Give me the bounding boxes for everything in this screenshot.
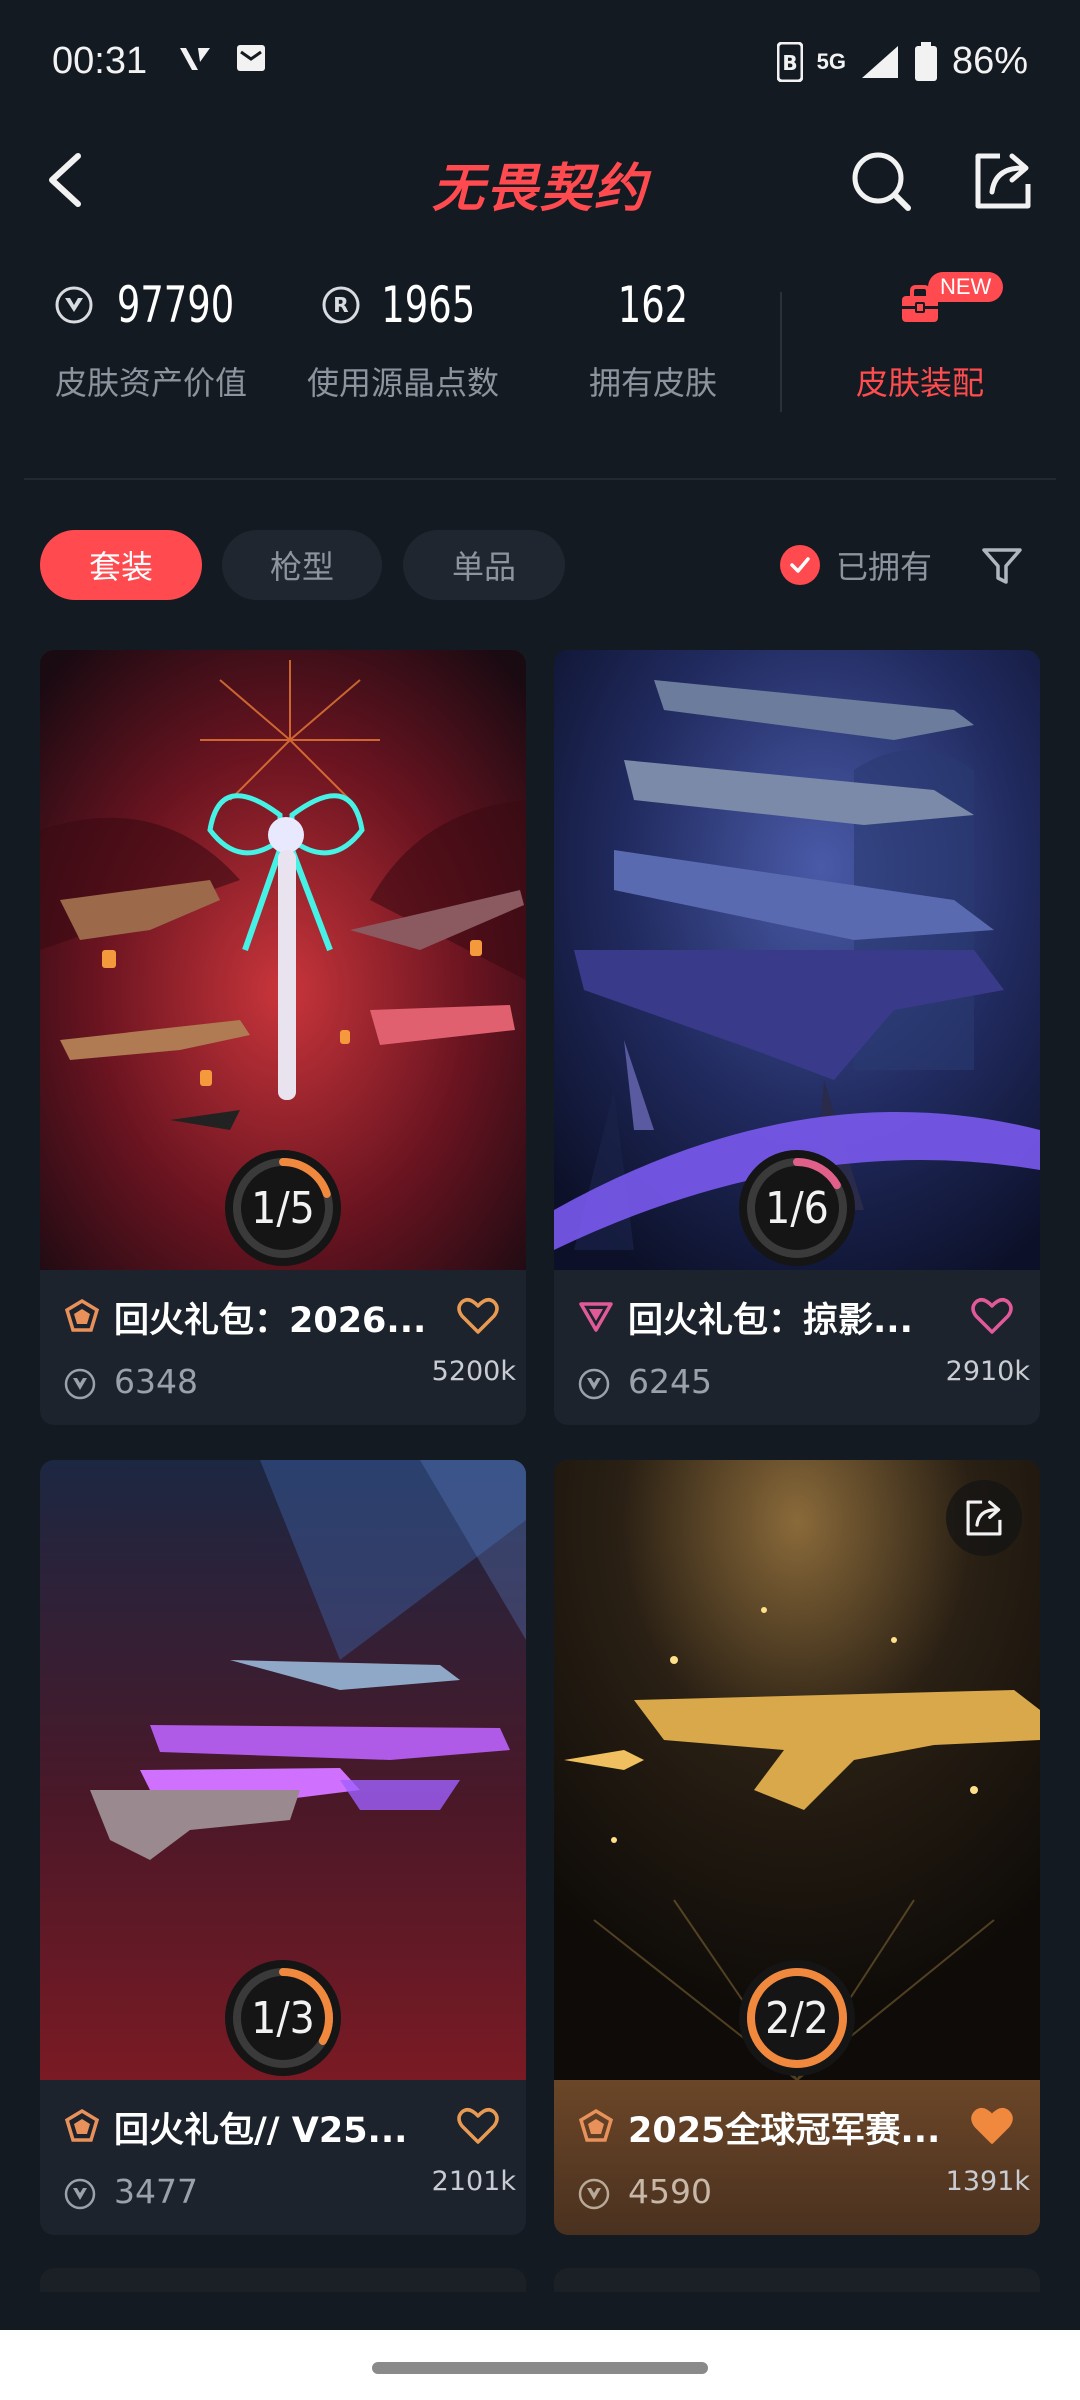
filter-icon[interactable] — [980, 544, 1024, 588]
share-icon — [966, 1500, 1002, 1536]
status-time: 00:31 — [52, 40, 148, 82]
vp-icon — [55, 286, 93, 324]
progress-count-wrap: 1/3 — [223, 1958, 343, 2078]
owned-checkbox[interactable] — [780, 545, 820, 585]
vp-icon — [64, 2178, 96, 2210]
battery-icon — [914, 41, 937, 81]
exclusive-rarity-icon — [579, 1302, 613, 1332]
share-icon[interactable] — [970, 148, 1036, 214]
new-badge: NEW — [928, 272, 1004, 302]
asset-value: 97790 — [117, 276, 235, 334]
bundle-title: 回火礼包：掠影... — [628, 1301, 913, 1341]
bundle-price: 4590 — [628, 2172, 712, 2211]
bundle-price: 6245 — [628, 1362, 712, 1401]
svg-text:R: R — [333, 293, 348, 317]
hd-icon: B — [776, 41, 803, 82]
like-count: 5200k — [431, 1356, 516, 1387]
progress-count-wrap: 2/2 — [737, 1958, 857, 2078]
radianite-icon: R — [322, 286, 360, 324]
bundle-title: 2025全球冠军赛... — [628, 2111, 941, 2151]
vp-icon — [578, 2178, 610, 2210]
radianite-value: 1965 — [381, 276, 475, 334]
owned-toggle[interactable]: 已拥有 — [780, 530, 932, 600]
tab-single-item[interactable]: 单品 — [403, 530, 565, 600]
vp-icon — [578, 1368, 610, 1400]
skin-outfit-label: 皮肤装配 — [855, 364, 984, 402]
asset-value-label: 皮肤资产价值 — [54, 364, 247, 402]
card-info: 回火礼包// V25... 3477 2101k — [40, 2080, 526, 2235]
tab-bundle[interactable]: 套装 — [40, 530, 202, 600]
favorite-icon[interactable] — [456, 1296, 500, 1336]
stat-asset-value[interactable]: 97790 皮肤资产价值 — [26, 270, 276, 404]
progress-count: 1/3 — [251, 1992, 315, 2044]
premium-rarity-icon — [64, 1298, 100, 1332]
favorite-icon[interactable] — [970, 1296, 1014, 1336]
bundle-price: 6348 — [114, 1362, 198, 1401]
premium-rarity-icon — [64, 2108, 100, 2142]
premium-rarity-icon — [578, 2108, 614, 2142]
radianite-label: 使用源晶点数 — [306, 364, 499, 402]
home-indicator[interactable] — [372, 2362, 708, 2374]
bundle-title: 回火礼包：2026... — [114, 1301, 427, 1341]
favorite-icon[interactable] — [456, 2106, 500, 2146]
check-icon — [790, 557, 810, 573]
system-nav-bar — [0, 2330, 1080, 2400]
share-button[interactable] — [946, 1480, 1022, 1556]
svg-text:B: B — [782, 51, 797, 75]
owned-label: 已拥有 — [836, 548, 933, 586]
progress-count: 1/6 — [765, 1182, 829, 1234]
progress-count-wrap: 1/6 — [737, 1148, 857, 1268]
owned-skins-value: 162 — [617, 276, 689, 334]
bundle-card[interactable]: 1/6 回火礼包：掠影... 6245 2910k — [554, 650, 1040, 1425]
stat-owned-skins[interactable]: 162 拥有皮肤 — [528, 270, 778, 404]
bundle-price: 3477 — [114, 2172, 198, 2211]
like-count: 1391k — [945, 2166, 1030, 2197]
vp-icon — [64, 1368, 96, 1400]
progress-count-wrap: 1/5 — [223, 1148, 343, 1268]
status-bar: 00:31 B 5G 86% — [0, 0, 1080, 130]
tab-weapon-type[interactable]: 枪型 — [222, 530, 382, 600]
bundle-title: 回火礼包// V25... — [114, 2111, 408, 2151]
search-icon[interactable] — [848, 148, 914, 214]
network-type: 5G — [816, 48, 846, 74]
stat-radianite[interactable]: R 1965 使用源晶点数 — [278, 270, 528, 404]
skin-outfit-button[interactable]: NEW 皮肤装配 — [800, 270, 1040, 404]
stats-divider — [780, 292, 782, 412]
bundle-card[interactable]: 1/5 回火礼包：2026... 6348 5200k — [40, 650, 526, 1425]
mail-notification-icon — [237, 45, 265, 71]
status-right: B 5G 86% — [776, 40, 1028, 83]
valorant-notification-icon — [180, 48, 210, 70]
bundle-card-partial[interactable] — [40, 2268, 526, 2292]
bundle-card-partial[interactable] — [554, 2268, 1040, 2292]
signal-icon — [861, 45, 898, 78]
bundle-card[interactable]: 2/2 2025全球冠军赛... 4590 1391k — [554, 1460, 1040, 2235]
progress-count: 1/5 — [251, 1182, 315, 1234]
bundle-card[interactable]: 1/3 回火礼包// V25... 3477 2101k — [40, 1460, 526, 2235]
header: 无畏契约 — [0, 130, 1080, 230]
favorite-filled-icon[interactable] — [970, 2106, 1014, 2146]
app-title: 无畏契约 — [431, 159, 648, 219]
divider — [24, 478, 1056, 480]
owned-skins-label: 拥有皮肤 — [588, 364, 717, 402]
like-count: 2910k — [945, 1356, 1030, 1387]
progress-count: 2/2 — [765, 1992, 829, 2044]
filter-bar: 套装 枪型 单品 已拥有 — [0, 530, 1080, 602]
card-info: 回火礼包：2026... 6348 5200k — [40, 1270, 526, 1425]
battery-level: 86% — [951, 40, 1028, 82]
card-info: 2025全球冠军赛... 4590 1391k — [554, 2080, 1040, 2235]
card-info: 回火礼包：掠影... 6245 2910k — [554, 1270, 1040, 1425]
like-count: 2101k — [431, 2166, 516, 2197]
stats-panel: 97790 皮肤资产价值 R 1965 使用源晶点数 162 拥有皮肤 NEW … — [0, 270, 1080, 420]
